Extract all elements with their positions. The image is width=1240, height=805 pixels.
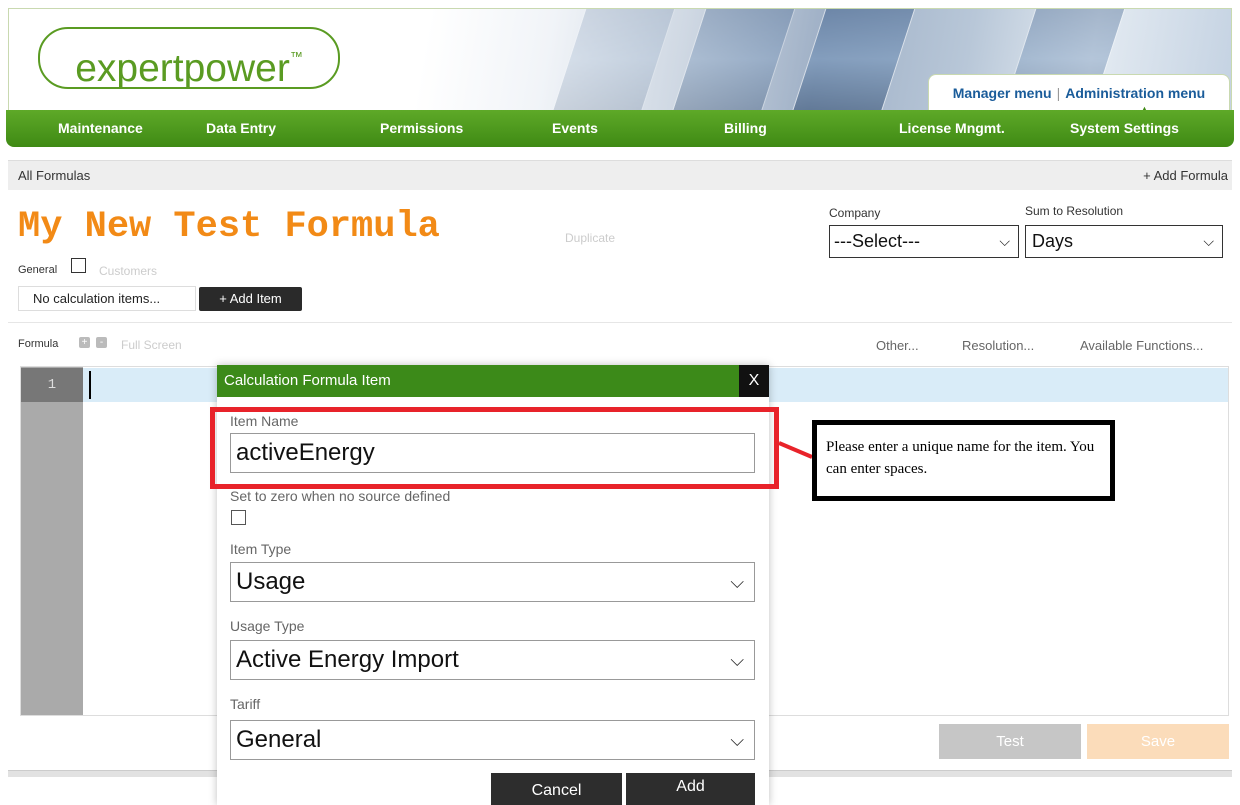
set-to-zero-checkbox[interactable] [231, 510, 246, 525]
font-increase-button[interactable]: + [79, 337, 90, 348]
expertpower-logo[interactable]: expertpower™ [38, 27, 340, 90]
tariff-label: Tariff [230, 696, 261, 712]
item-type-label: Item Type [230, 541, 292, 557]
other-menu-link[interactable]: Other... [876, 338, 919, 353]
nav-maintenance[interactable]: Maintenance [58, 110, 143, 147]
duplicate-link[interactable]: Duplicate [565, 231, 615, 245]
annotation-callout: Please enter a unique name for the item.… [812, 420, 1115, 501]
menu-switcher: Manager menu | Administration menu [928, 74, 1230, 110]
resolution-menu-link[interactable]: Resolution... [962, 338, 1034, 353]
nav-license-mngmt[interactable]: License Mngmt. [899, 110, 1005, 147]
sum-to-resolution-value: Days [1032, 231, 1074, 251]
formula-toolbar: Formula + - Full Screen Other... Resolut… [8, 322, 1232, 366]
line-number: 1 [21, 368, 83, 402]
chevron-down-icon: ⌵ [1203, 233, 1214, 249]
nav-data-entry[interactable]: Data Entry [206, 110, 276, 147]
test-button[interactable]: Test [939, 724, 1081, 759]
usage-type-label: Usage Type [230, 618, 305, 634]
general-checkbox[interactable] [71, 258, 86, 273]
text-cursor [89, 371, 91, 399]
administration-menu-link[interactable]: Administration menu [1065, 85, 1205, 101]
usage-type-select[interactable]: Active Energy Import ⌵ [230, 640, 755, 680]
tariff-value: General [236, 726, 322, 753]
nav-events[interactable]: Events [552, 110, 598, 147]
company-select[interactable]: ---Select--- ⌵ [829, 225, 1019, 258]
app-header: expertpower™ Manager menu | Administrati… [0, 0, 1240, 148]
general-label: General [18, 264, 58, 276]
nav-system-settings[interactable]: System Settings [1070, 110, 1179, 147]
available-functions-link[interactable]: Available Functions... [1080, 338, 1203, 353]
nav-billing[interactable]: Billing [724, 110, 767, 147]
chevron-down-icon: ⌵ [730, 730, 744, 750]
dialog-title: Calculation Formula Item [217, 365, 769, 397]
sum-to-resolution-select[interactable]: Days ⌵ [1025, 225, 1223, 258]
font-decrease-button[interactable]: - [96, 337, 107, 348]
add-formula-link[interactable]: + Add Formula [1143, 168, 1228, 183]
set-to-zero-label: Set to zero when no source defined [230, 488, 451, 504]
menu-separator: | [1056, 84, 1061, 101]
manager-menu-link[interactable]: Manager menu [953, 85, 1052, 101]
cancel-button[interactable]: Cancel [491, 773, 622, 805]
formula-title[interactable]: My New Test Formula [18, 206, 440, 248]
company-label: Company [829, 206, 881, 220]
tariff-select[interactable]: General ⌵ [230, 720, 755, 760]
calculation-items-list: No calculation items... [18, 286, 196, 311]
chevron-down-icon: ⌵ [730, 572, 744, 592]
close-button[interactable]: X [739, 365, 769, 397]
nav-permissions[interactable]: Permissions [380, 110, 463, 147]
full-screen-link[interactable]: Full Screen [121, 338, 182, 352]
main-navigation: Maintenance Data Entry Permissions Event… [6, 110, 1234, 147]
line-number-gutter [21, 367, 83, 715]
item-type-select[interactable]: Usage ⌵ [230, 562, 755, 602]
chevron-down-icon: ⌵ [730, 650, 744, 670]
add-button[interactable]: Add [626, 773, 755, 805]
formula-label: Formula [18, 338, 59, 350]
chevron-down-icon: ⌵ [999, 233, 1010, 249]
customers-link[interactable]: Customers [99, 264, 157, 278]
item-type-value: Usage [236, 568, 306, 595]
breadcrumb-bar: All Formulas + Add Formula [8, 160, 1232, 190]
logo-text: expertpower [75, 47, 290, 90]
all-formulas-link[interactable]: All Formulas [18, 168, 90, 183]
sum-to-resolution-label: Sum to Resolution [1025, 204, 1124, 218]
item-name-highlight-box [210, 407, 779, 489]
add-item-button[interactable]: + Add Item [199, 287, 302, 311]
trademark-symbol: ™ [289, 49, 303, 64]
company-select-value: ---Select--- [834, 231, 920, 251]
save-button[interactable]: Save [1087, 724, 1229, 759]
usage-type-value: Active Energy Import [236, 646, 459, 673]
